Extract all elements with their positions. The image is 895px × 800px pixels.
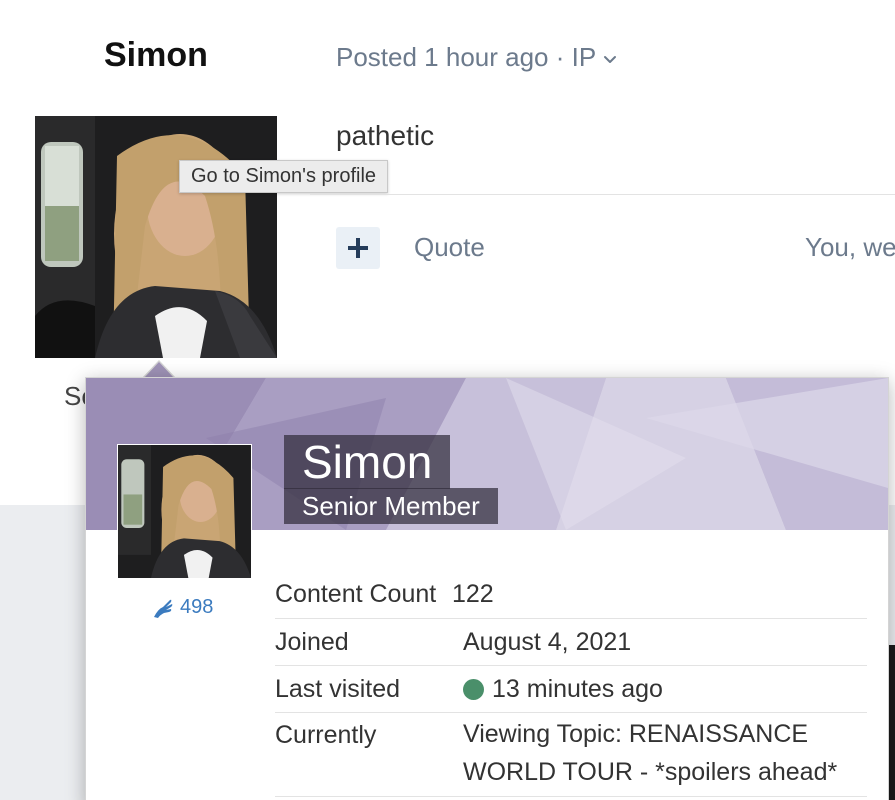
profile-tooltip: Go to Simon's profile: [179, 160, 389, 193]
stat-value: 13 minutes ago: [463, 675, 867, 704]
stat-value: 122: [452, 580, 867, 609]
hovercard-avatar-photo: [118, 445, 251, 578]
stat-row-content-count: Content Count 122: [275, 574, 867, 619]
hovercard-stats: Content Count 122 Joined August 4, 2021 …: [275, 574, 867, 797]
online-status-icon: [463, 679, 484, 700]
chevron-down-icon[interactable]: [602, 51, 618, 67]
add-reaction-button[interactable]: [336, 227, 380, 269]
author-avatar[interactable]: [35, 116, 277, 358]
stat-label: Joined: [275, 628, 349, 656]
reactions-summary[interactable]: You, wee: [805, 232, 895, 263]
hovercard-username[interactable]: Simon: [284, 435, 451, 489]
reputation-count: 498: [180, 596, 214, 618]
stat-label: Content Count: [275, 580, 437, 608]
last-visited-value: 13 minutes ago: [492, 675, 663, 703]
quote-button[interactable]: Quote: [414, 232, 485, 263]
stat-row-last-visited: Last visited 13 minutes ago: [275, 666, 867, 713]
stat-row-currently: Currently Viewing Topic: RENAISSANCE WOR…: [275, 713, 867, 797]
forum-post-page: Simon Posted 1 hour ago · IP Go to Simon…: [0, 0, 895, 800]
stat-label: Currently: [275, 721, 377, 749]
hovercard-avatar[interactable]: [117, 444, 252, 579]
joined-value: August 4, 2021: [463, 628, 632, 656]
current-activity-link[interactable]: Viewing Topic: RENAISSANCE WORLD TOUR - …: [463, 715, 867, 791]
post-divider: [310, 194, 895, 195]
reputation-badge[interactable]: 498: [152, 596, 213, 619]
user-hovercard: Simon Senior Member 498 Content Count 12…: [85, 377, 889, 800]
reputation-icon: [154, 599, 173, 618]
avatar-photo: [35, 116, 277, 358]
plus-icon: [348, 238, 368, 258]
stat-label: Last visited: [275, 675, 401, 703]
content-count-value: 122: [452, 580, 494, 608]
post-content: pathetic: [336, 120, 435, 151]
hovercard-arrow-fill: [144, 362, 174, 378]
post-meta[interactable]: Posted 1 hour ago · IP: [336, 42, 618, 73]
hovercard-rank: Senior Member: [284, 488, 498, 524]
post-author-name[interactable]: Simon: [104, 36, 208, 75]
stat-row-joined: Joined August 4, 2021: [275, 619, 867, 666]
post-meta-text: Posted 1 hour ago · IP: [336, 42, 597, 72]
stat-value: August 4, 2021: [463, 628, 867, 657]
